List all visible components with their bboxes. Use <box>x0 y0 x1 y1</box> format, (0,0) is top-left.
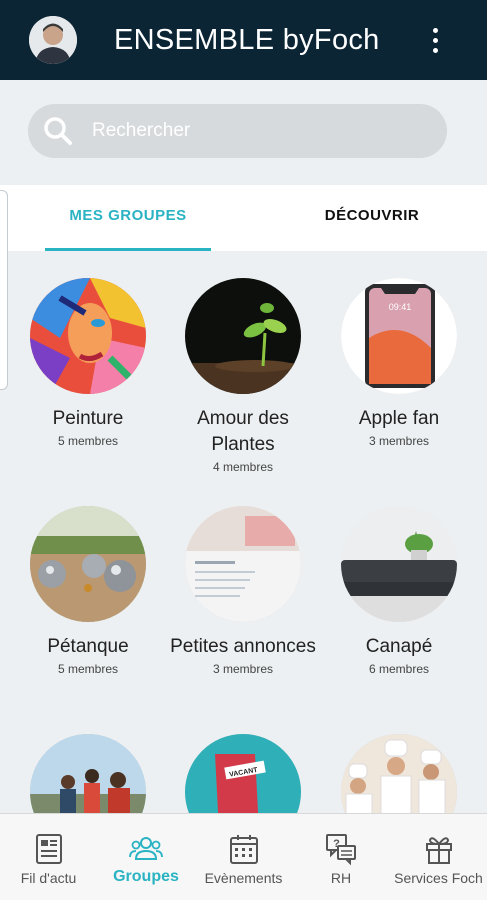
nav-label: Groupes <box>113 868 179 885</box>
group-name: Amour des Plantes <box>197 408 289 455</box>
tab-label: MES GROUPES <box>69 207 187 224</box>
group-member-count: 3 membres <box>368 434 430 448</box>
nav-label: RH <box>330 870 352 886</box>
tab-mes-groupes[interactable]: MES GROUPES <box>45 185 211 251</box>
group-card-canape[interactable]: Canapé 6 membres <box>324 506 474 676</box>
group-member-count: 6 membres <box>368 662 430 676</box>
nav-fil-actu[interactable]: Fil d'actu <box>0 814 97 900</box>
group-card-petites-annonces[interactable]: Petites annonces 3 membres <box>168 506 318 676</box>
nav-services-foch[interactable]: Services Foch <box>390 814 487 900</box>
group-image: VACANT <box>185 734 301 813</box>
group-image <box>185 278 301 394</box>
avatar[interactable] <box>29 16 77 64</box>
gift-icon <box>425 837 452 864</box>
group-name: Peinture <box>52 408 124 429</box>
group-card-petanque[interactable]: Pétanque 5 membres <box>13 506 163 676</box>
group-name: Apple fan <box>358 408 440 429</box>
search-bar[interactable] <box>28 104 447 158</box>
calendar-icon <box>229 835 258 864</box>
search-icon <box>44 117 72 145</box>
nav-groupes[interactable]: Groupes <box>97 814 195 900</box>
news-icon <box>35 834 62 864</box>
group-member-count: 3 membres <box>212 662 274 676</box>
group-card[interactable]: VACANT <box>168 734 318 813</box>
group-name: Canapé <box>365 636 433 657</box>
more-options-button[interactable] <box>420 20 450 60</box>
group-card[interactable] <box>324 734 474 813</box>
group-image <box>30 278 146 394</box>
group-image <box>341 506 457 622</box>
app-title: ENSEMBLE byFoch <box>114 24 380 56</box>
app-bar: ENSEMBLE byFoch <box>0 0 487 80</box>
group-image <box>185 506 301 622</box>
group-image <box>30 734 146 813</box>
group-card-peinture[interactable]: Peinture 5 membres <box>13 278 163 448</box>
groups-grid: Peinture 5 membres Amour des Plantes 4 m… <box>0 251 487 813</box>
nav-rh[interactable]: ? RH <box>292 814 390 900</box>
group-card-apple-fan[interactable]: 09:41 Apple fan 3 membres <box>324 278 474 448</box>
nav-label: Fil d'actu <box>20 870 77 886</box>
chat-question-icon: ? <box>326 834 356 866</box>
group-image <box>30 506 146 622</box>
group-member-count: 5 membres <box>57 662 119 676</box>
tab-label: DÉCOUVRIR <box>324 207 420 224</box>
group-name: Pétanque <box>47 636 129 657</box>
group-card[interactable] <box>13 734 163 813</box>
group-member-count: 4 membres <box>212 460 274 474</box>
phone-screen-time: 09:41 <box>389 302 412 312</box>
group-image: 09:41 <box>341 278 457 394</box>
group-member-count: 5 membres <box>57 434 119 448</box>
more-vert-icon <box>432 27 438 33</box>
group-image <box>341 734 457 813</box>
nav-label: Services Foch <box>394 870 483 886</box>
nav-label: Evènements <box>204 870 283 886</box>
group-name: Petites annonces <box>170 636 316 657</box>
group-card-amour-des-plantes[interactable]: Amour des Plantes 4 membres <box>168 278 318 474</box>
groups-icon <box>129 837 163 860</box>
search-input[interactable] <box>92 104 432 158</box>
search-area <box>0 80 487 185</box>
tab-bar: MES GROUPES DÉCOUVRIR <box>0 185 487 251</box>
tab-decouvrir[interactable]: DÉCOUVRIR <box>290 185 454 251</box>
bottom-navigation: Fil d'actu Groupes Evènements ? RH Servi… <box>0 813 487 900</box>
nav-evenements[interactable]: Evènements <box>195 814 292 900</box>
